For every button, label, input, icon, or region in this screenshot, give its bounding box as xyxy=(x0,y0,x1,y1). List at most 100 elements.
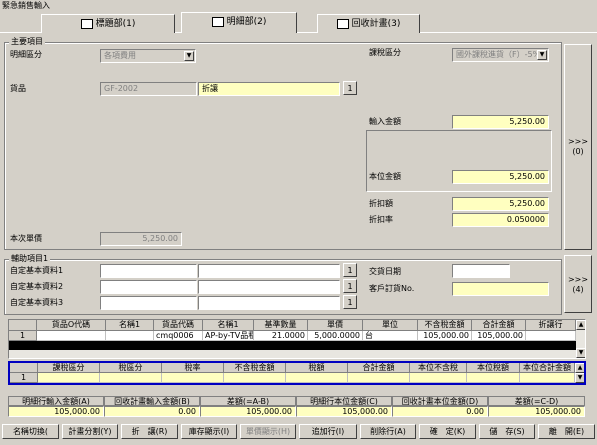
grid-col-header[interactable]: 課稅區分 xyxy=(38,363,100,373)
grid-col-header[interactable]: 本位合計金額 xyxy=(520,363,575,373)
custom2-field-b[interactable] xyxy=(198,280,340,294)
detail-type-label: 明細區分 xyxy=(10,50,42,59)
unit-price-field[interactable]: 5,250.00 xyxy=(100,232,182,246)
grid-col-header[interactable]: 合計金額 xyxy=(348,363,410,373)
delete-row-button[interactable]: 削除行(A) xyxy=(360,424,416,439)
price-display-button[interactable]: 單價顯示(H) xyxy=(240,424,296,439)
scroll-up-icon[interactable]: ▲ xyxy=(576,320,585,330)
table-cell[interactable]: 5,000.0000 xyxy=(308,331,363,341)
total-label: 明細行輸入金額(A) xyxy=(8,396,104,406)
side-button-aux[interactable]: >>> (4) xyxy=(564,255,592,313)
table-cell[interactable] xyxy=(38,373,100,383)
stock-display-button[interactable]: 庫存顯示(I) xyxy=(181,424,237,439)
vertical-scrollbar[interactable]: ▲ ▼ xyxy=(576,320,585,358)
table-row[interactable]: 1 xyxy=(10,373,575,383)
grid-col-header[interactable]: 基準數量 xyxy=(254,320,308,331)
custom1-field-a[interactable] xyxy=(100,264,197,278)
window-title: 緊急銷售輸入 xyxy=(2,1,50,10)
grid-col-header[interactable]: 稅區分 xyxy=(100,363,162,373)
custom3-lookup-button[interactable]: 1 xyxy=(343,295,357,309)
table-cell[interactable] xyxy=(224,373,286,383)
custom3-field-a[interactable] xyxy=(100,296,197,310)
grid-col-header[interactable]: 稅額 xyxy=(286,363,348,373)
discount-button[interactable]: 折 讓(R) xyxy=(121,424,178,439)
add-row-button[interactable]: 追加行(I) xyxy=(299,424,357,439)
custom1-field-b[interactable] xyxy=(198,264,340,278)
tab-detail[interactable]: 明細部(2) xyxy=(181,12,297,33)
custom2-field-a[interactable] xyxy=(100,280,197,294)
table-cell[interactable] xyxy=(37,331,106,341)
table-cell[interactable]: 21.0000 xyxy=(254,331,308,341)
horizontal-scrollbar[interactable] xyxy=(9,350,576,358)
grid-col-header[interactable]: 合計金額 xyxy=(472,320,526,331)
table-cell[interactable]: 105,000.00 xyxy=(418,331,472,341)
goods-lookup-button[interactable]: 1 xyxy=(343,81,357,95)
goods-code-field[interactable]: GF-2002 xyxy=(100,82,197,96)
tab-detail-label: 明細部(2) xyxy=(226,17,267,27)
selected-row[interactable] xyxy=(9,341,576,350)
scroll-up-icon[interactable]: ▲ xyxy=(575,363,584,373)
table-cell[interactable] xyxy=(286,373,348,383)
grid-col-header[interactable]: 貨品代碼 xyxy=(154,320,203,331)
table-cell[interactable]: 台 xyxy=(363,331,418,341)
custom1-lookup-button[interactable]: 1 xyxy=(343,263,357,277)
table-cell[interactable] xyxy=(162,373,224,383)
grid-col-header[interactable]: 名稱1 xyxy=(203,320,254,331)
tax-grid[interactable]: 課稅區分 稅區分 稅率 不含稅金額 稅額 合計金額 本位不含稅 本位稅額 本位合… xyxy=(8,361,586,385)
tax-type-value: 國外課稅進貨（F）-5% xyxy=(456,50,541,59)
grid-col-header[interactable]: 單價 xyxy=(308,320,363,331)
grid-col-header[interactable]: 本位稅額 xyxy=(467,363,520,373)
tax-type-select[interactable]: 國外課稅進貨（F）-5% ▼ xyxy=(452,48,549,62)
table-cell[interactable] xyxy=(348,373,410,383)
detail-type-select[interactable]: 各項費用 ▼ xyxy=(100,49,196,63)
table-cell[interactable] xyxy=(520,373,575,383)
grid-col-header[interactable]: 不含稅金額 xyxy=(418,320,472,331)
table-cell[interactable] xyxy=(467,373,520,383)
table-cell[interactable] xyxy=(410,373,467,383)
vertical-scrollbar[interactable]: ▲ ▼ xyxy=(575,363,584,383)
delivery-date-field[interactable] xyxy=(452,264,510,278)
scroll-down-icon[interactable]: ▼ xyxy=(575,373,584,383)
detail-grid[interactable]: 貨品O代碼 名稱1 貨品代碼 名稱1 基準數量 單價 單位 不含稅金額 合計金額… xyxy=(8,319,586,359)
total-label: 差額(=C-D) xyxy=(488,396,585,406)
table-cell[interactable]: cmq0006 xyxy=(154,331,203,341)
grid-col-header[interactable]: 不含稅金額 xyxy=(224,363,286,373)
row-number: 1 xyxy=(9,331,37,341)
table-row[interactable]: 1 cmq0006 AP-by-TV品種 21.0000 5,000.0000 … xyxy=(9,331,576,341)
total-value: 105,000.00 xyxy=(296,406,392,417)
tab-collection[interactable]: 回收計畫(3) xyxy=(317,14,420,33)
detail-grid-header: 貨品O代碼 名稱1 貨品代碼 名稱1 基準數量 單價 單位 不含稅金額 合計金額… xyxy=(9,320,585,331)
exit-button[interactable]: 離 開(E) xyxy=(538,424,595,439)
chevron-down-icon: ▼ xyxy=(184,51,194,61)
table-cell[interactable] xyxy=(100,373,162,383)
tab-header[interactable]: 標題部(1) xyxy=(41,14,175,33)
grid-col-header[interactable]: 名稱1 xyxy=(106,320,154,331)
totals-panel: 明細行輸入金額(A) 回收計畫輸入金額(B) 差額(=A-B) 明細行本位金額(… xyxy=(8,396,586,418)
confirm-button[interactable]: 確 定(K) xyxy=(419,424,476,439)
table-cell[interactable] xyxy=(106,331,154,341)
discount-rate-field[interactable]: 0.050000 xyxy=(452,213,549,227)
discount-amount-field[interactable]: 5,250.00 xyxy=(452,197,549,211)
grid-col-header[interactable]: 稅率 xyxy=(162,363,224,373)
local-amount-field[interactable]: 5,250.00 xyxy=(452,170,549,184)
scroll-down-icon[interactable]: ▼ xyxy=(576,348,585,358)
tab-header-label: 標題部(1) xyxy=(95,19,136,29)
goods-name-field[interactable]: 折讓 xyxy=(198,82,340,96)
grid-col-header[interactable]: 本位不含稅 xyxy=(410,363,467,373)
name-toggle-button[interactable]: 名稱切換( xyxy=(2,424,59,439)
grid-col-header[interactable]: 折讓行 xyxy=(526,320,576,331)
customer-order-field[interactable] xyxy=(452,282,549,296)
save-button[interactable]: 儲 存(S) xyxy=(479,424,535,439)
custom2-lookup-button[interactable]: 1 xyxy=(343,279,357,293)
side-button-main[interactable]: >>> (0) xyxy=(564,44,592,250)
discount-amount-label: 折扣額 xyxy=(369,199,393,208)
table-cell[interactable]: AP-by-TV品種 xyxy=(203,331,254,341)
table-cell[interactable]: 105,000.00 xyxy=(472,331,526,341)
custom3-field-b[interactable] xyxy=(198,296,340,310)
grid-col-header[interactable]: 單位 xyxy=(363,320,418,331)
grid-col-header[interactable]: 貨品O代碼 xyxy=(37,320,106,331)
plan-split-button[interactable]: 計畫分割(Y) xyxy=(62,424,118,439)
table-cell[interactable] xyxy=(526,331,576,341)
input-amount-field[interactable]: 5,250.00 xyxy=(452,115,549,129)
total-value: 105,000.00 xyxy=(8,406,104,417)
